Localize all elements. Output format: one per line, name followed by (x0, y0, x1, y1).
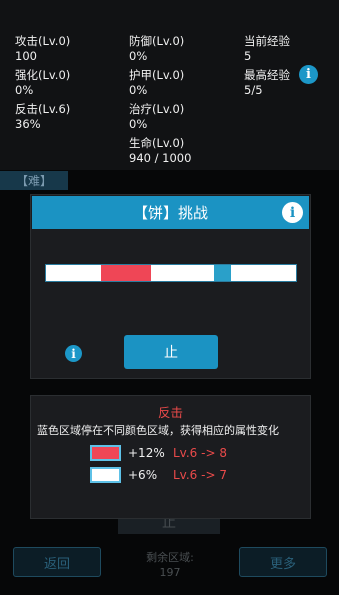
description-panel: 反击 蓝色区域停在不同颜色区域，获得相应的属性变化 +12% Lv.6 -> 8… (30, 395, 311, 519)
stat-heal: 治疗(Lv.0) 0% (129, 102, 184, 132)
stat-label: 防御(Lv.0) (129, 34, 185, 48)
stat-current-exp: 当前经验 5 (244, 34, 290, 64)
stat-label: 强化(Lv.0) (15, 68, 71, 82)
help-info-icon[interactable]: i (65, 345, 82, 362)
remaining-label: 剩余区域: (146, 551, 194, 564)
stat-value: 0% (129, 117, 148, 131)
stat-attack: 攻击(Lv.0) 100 (15, 34, 70, 64)
back-button[interactable]: 返回 (13, 547, 101, 577)
difficulty-tab[interactable]: 【难】 (0, 171, 68, 190)
stat-value: 0% (15, 83, 34, 97)
description-title: 反击 (157, 405, 183, 420)
stat-armor: 护甲(Lv.0) 0% (129, 68, 184, 98)
more-button[interactable]: 更多 (239, 547, 327, 577)
stat-label: 护甲(Lv.0) (129, 68, 185, 82)
stat-value: 36% (15, 117, 41, 131)
color-swatch (90, 467, 121, 483)
bar-segment (151, 265, 214, 281)
bar-segment (101, 265, 151, 281)
modal-title: 【饼】挑战 (132, 204, 208, 222)
stat-label: 最高经验 (244, 68, 290, 82)
stat-label: 反击(Lv.6) (15, 102, 71, 116)
info-icon[interactable]: i (299, 65, 318, 84)
remaining-area: 剩余区域: 197 (120, 550, 220, 580)
bar-segment (231, 265, 296, 281)
stat-label: 当前经验 (244, 34, 290, 48)
stat-label: 攻击(Lv.0) (15, 34, 71, 48)
modal-header: 【饼】挑战 i (32, 196, 309, 229)
stat-max-exp: 最高经验 5/5 (244, 68, 290, 98)
stat-value: 0% (129, 49, 148, 63)
stats-panel: 攻击(Lv.0) 100 防御(Lv.0) 0% 当前经验 5 强化(Lv.0)… (0, 0, 339, 170)
modal-info-icon[interactable]: i (282, 202, 303, 223)
bar-segment (46, 265, 101, 281)
remaining-value: 197 (159, 566, 181, 579)
stat-value: 5/5 (244, 83, 263, 97)
stat-value: 5 (244, 49, 252, 63)
stat-label: 生命(Lv.0) (129, 136, 185, 150)
bonus-value: +12% (128, 446, 165, 460)
stat-counter: 反击(Lv.6) 36% (15, 102, 70, 132)
bonus-value: +6% (128, 468, 158, 482)
bar-segment (214, 265, 231, 281)
challenge-modal: 【饼】挑战 i i 止 (30, 194, 311, 379)
stop-button[interactable]: 止 (124, 335, 218, 369)
stat-life: 生命(Lv.0) 940 / 1000 (129, 136, 191, 166)
description-text: 蓝色区域停在不同颜色区域，获得相应的属性变化 (37, 424, 279, 437)
level-change: Lv.6 -> 8 (173, 446, 227, 460)
stat-value: 940 / 1000 (129, 151, 192, 165)
stat-strengthen: 强化(Lv.0) 0% (15, 68, 70, 98)
stat-defense: 防御(Lv.0) 0% (129, 34, 184, 64)
stat-value: 100 (15, 49, 37, 63)
stat-value: 0% (129, 83, 148, 97)
timing-bar (45, 264, 297, 282)
level-change: Lv.6 -> 7 (173, 468, 227, 482)
color-swatch (90, 445, 121, 461)
stat-label: 治疗(Lv.0) (129, 102, 185, 116)
